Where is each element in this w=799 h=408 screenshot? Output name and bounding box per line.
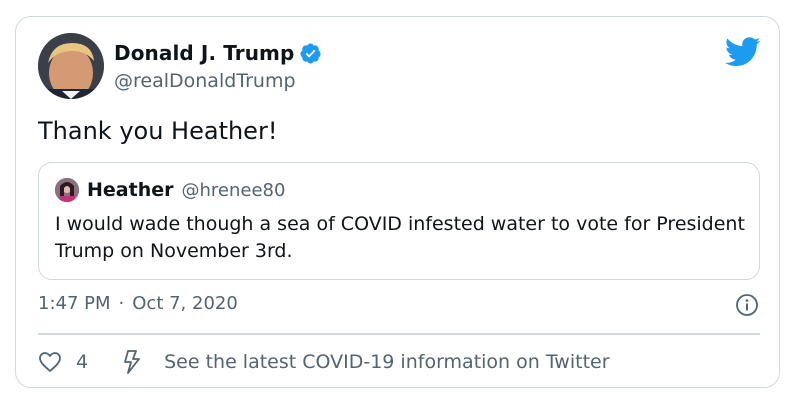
info-icon[interactable] bbox=[735, 293, 759, 317]
like-count[interactable]: 4 bbox=[76, 351, 88, 373]
tweet-date: Oct 7, 2020 bbox=[132, 293, 238, 314]
timestamp-separator: · bbox=[118, 293, 125, 314]
divider bbox=[38, 333, 760, 335]
verified-badge-icon bbox=[299, 42, 322, 65]
author-handle[interactable]: @realDonaldTrump bbox=[114, 70, 322, 92]
lightning-bolt-icon bbox=[120, 349, 144, 375]
quoted-author-avatar[interactable] bbox=[55, 178, 79, 202]
quoted-author-display-name[interactable]: Heather bbox=[87, 179, 173, 201]
quoted-tweet[interactable]: Heather @hrenee80 I would wade though a … bbox=[38, 162, 760, 280]
avatar-image bbox=[38, 33, 104, 99]
quoted-tweet-text: I would wade though a sea of COVID infes… bbox=[55, 213, 745, 262]
author-block: Donald J. Trump @realDonaldTrump bbox=[114, 39, 322, 92]
tweet-timestamp[interactable]: 1:47 PM · Oct 7, 2020 bbox=[38, 293, 238, 314]
heart-icon[interactable] bbox=[38, 351, 62, 373]
quoted-tweet-header: Heather @hrenee80 bbox=[55, 177, 285, 203]
tweet-time: 1:47 PM bbox=[38, 293, 111, 314]
tweet-text: Thank you Heather! bbox=[38, 117, 278, 145]
covid-info-link[interactable]: See the latest COVID-19 information on T… bbox=[164, 351, 609, 373]
twitter-bird-icon[interactable] bbox=[724, 37, 761, 67]
tweet-actions: 4 See the latest COVID-19 information on… bbox=[38, 347, 610, 377]
tweet-embed-card[interactable]: Donald J. Trump @realDonaldTrump Thank y… bbox=[15, 16, 780, 388]
author-display-name[interactable]: Donald J. Trump bbox=[114, 41, 294, 65]
quoted-author-handle[interactable]: @hrenee80 bbox=[181, 180, 285, 201]
author-avatar[interactable] bbox=[38, 33, 104, 99]
